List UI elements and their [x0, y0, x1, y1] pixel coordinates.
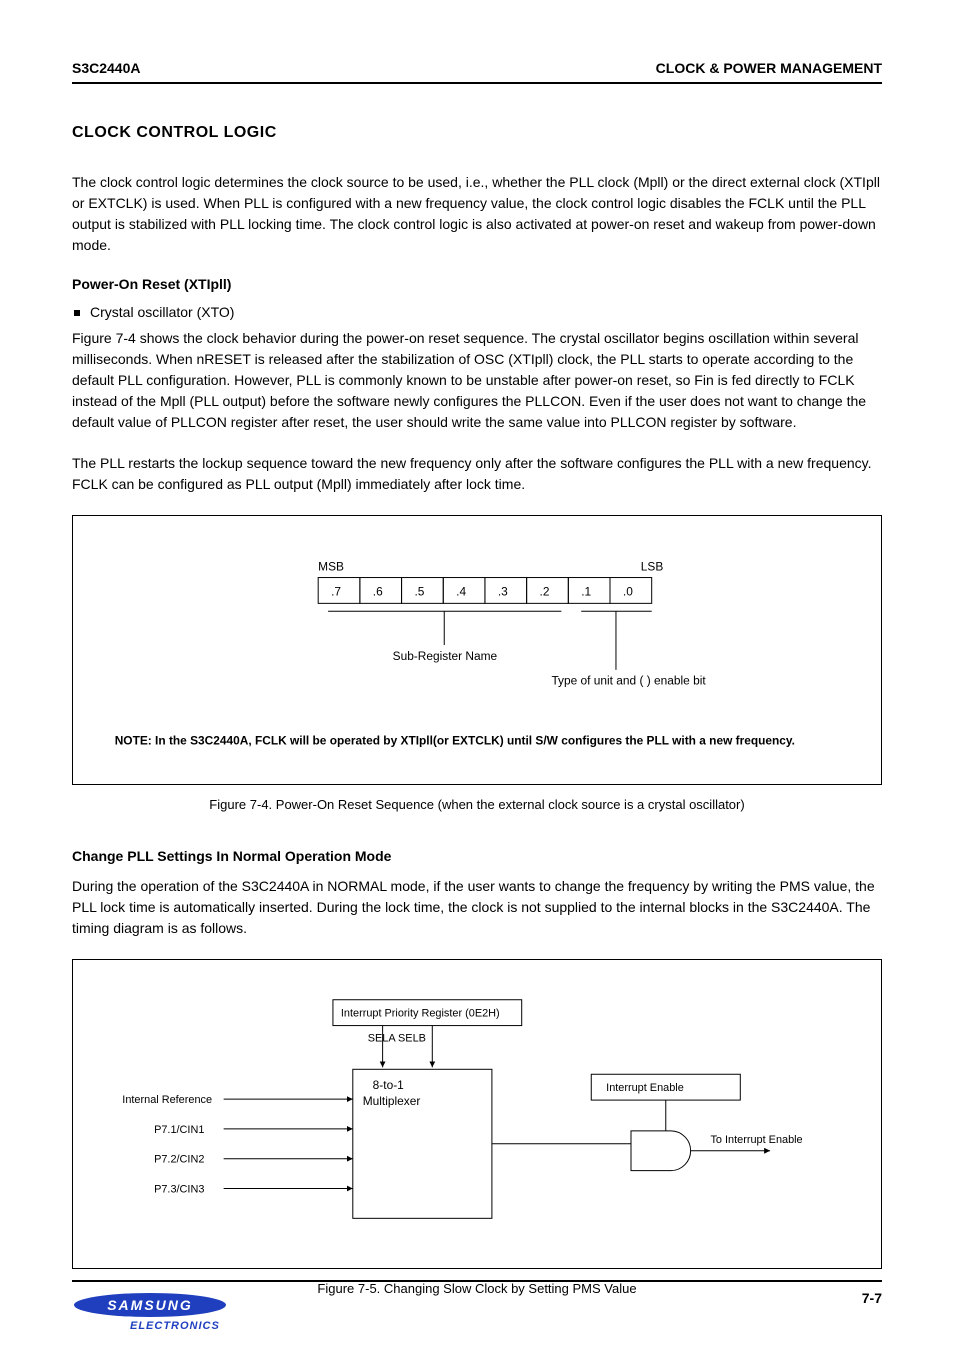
- sub1-paragraph-b: The PLL restarts the lockup sequence tow…: [72, 453, 882, 495]
- svg-text:.6: .6: [373, 584, 383, 598]
- sel-label: SELA SELB: [368, 1032, 426, 1044]
- subheading-1: Power-On Reset (XTIpll): [72, 276, 882, 292]
- bullet-text: Crystal oscillator (XTO): [90, 304, 234, 320]
- svg-text:SAMSUNG: SAMSUNG: [107, 1297, 193, 1313]
- svg-text:.3: .3: [498, 584, 508, 598]
- svg-text:.0: .0: [623, 584, 633, 598]
- sub2-paragraph: During the operation of the S3C2440A in …: [72, 876, 882, 939]
- header-rule: [72, 82, 882, 84]
- svg-text:.7: .7: [331, 584, 341, 598]
- annot-type: Type of unit and ( ) enable bit: [551, 674, 706, 688]
- mux-title-1: 8-to-1: [373, 1078, 404, 1092]
- header-left: S3C2440A: [72, 60, 141, 76]
- bullet-icon: [74, 310, 80, 316]
- svg-text:.2: .2: [540, 584, 550, 598]
- in-d: P7.3/CIN3: [154, 1183, 204, 1195]
- svg-text:.4: .4: [456, 584, 466, 598]
- footer: SAMSUNG ELECTRONICS 7-7: [72, 1280, 882, 1332]
- mux-title-2: Multiplexer: [363, 1094, 421, 1108]
- bit-row: .7 .6 .5 .4 .3 .2 .1 .0: [318, 578, 652, 604]
- brand-logo: SAMSUNG ELECTRONICS: [72, 1292, 228, 1332]
- sub1-paragraph: Figure 7-4 shows the clock behavior duri…: [72, 328, 882, 433]
- figure-2-svg: Interrupt Priority Register (0E2H) SELA …: [73, 960, 881, 1268]
- intro-paragraph: The clock control logic determines the c…: [72, 172, 882, 256]
- in-a: Internal Reference: [122, 1094, 212, 1106]
- header-right: CLOCK & POWER MANAGEMENT: [656, 60, 882, 76]
- top-box-label: Interrupt Priority Register (0E2H): [341, 1008, 500, 1020]
- page-header: S3C2440A CLOCK & POWER MANAGEMENT: [72, 60, 882, 76]
- in-c: P7.2/CIN2: [154, 1154, 204, 1166]
- subheading-2: Change PLL Settings In Normal Operation …: [72, 848, 882, 864]
- gate-out: To Interrupt Enable: [710, 1134, 802, 1146]
- annot-sub: Sub-Register Name: [393, 649, 498, 663]
- brand-subtext: ELECTRONICS: [130, 1320, 228, 1332]
- bullet-row: Crystal oscillator (XTO): [72, 304, 882, 320]
- figure-1-svg: MSB LSB .7 .6 .5 .4 .3 .2 .1 .0: [73, 516, 881, 784]
- figure-1-box: MSB LSB .7 .6 .5 .4 .3 .2 .1 .0: [72, 515, 882, 785]
- fig1-note: NOTE: In the S3C2440A, FCLK will be oper…: [115, 733, 795, 747]
- samsung-logo-icon: SAMSUNG: [72, 1292, 228, 1318]
- section-title: CLOCK CONTROL LOGIC: [72, 124, 882, 142]
- in-b: P7.1/CIN1: [154, 1124, 204, 1136]
- figure-1-caption: Figure 7-4. Power-On Reset Sequence (whe…: [72, 797, 882, 812]
- interrupt-box: Interrupt Enable: [606, 1082, 684, 1094]
- figure-2-box: Interrupt Priority Register (0E2H) SELA …: [72, 959, 882, 1269]
- svg-text:.1: .1: [581, 584, 591, 598]
- lsb-label: LSB: [641, 560, 664, 574]
- svg-text:.5: .5: [414, 584, 424, 598]
- msb-label: MSB: [318, 560, 344, 574]
- page-number: 7-7: [862, 1290, 882, 1306]
